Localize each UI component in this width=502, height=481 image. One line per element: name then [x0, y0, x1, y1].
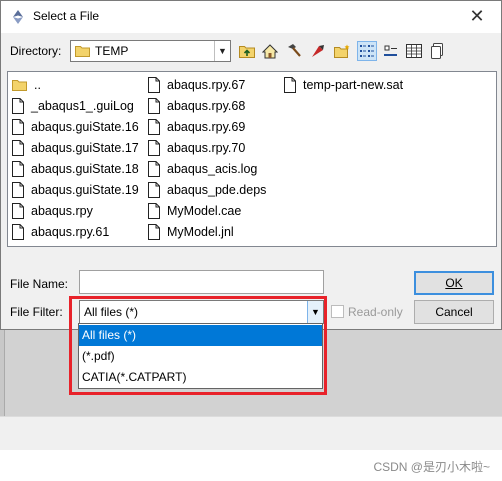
file-name-text: abaqus.guiState.19 — [31, 183, 139, 197]
folder-up-button[interactable] — [237, 41, 257, 61]
bookmark-icon — [312, 45, 324, 57]
file-icon — [12, 182, 24, 198]
close-icon: ✕ — [469, 6, 485, 26]
details-view-button[interactable] — [404, 41, 424, 61]
file-name-text: abaqus_pde.deps — [167, 183, 267, 197]
folder-up-icon — [239, 46, 255, 58]
ok-button[interactable]: OK — [414, 271, 494, 295]
file-name-text: abaqus.guiState.16 — [31, 120, 139, 134]
file-name-text: abaqus.rpy — [31, 204, 93, 218]
file-icon — [12, 140, 24, 156]
file-list-item[interactable]: abaqus.rpy.61 — [12, 222, 109, 242]
file-name-label: File Name: — [10, 277, 69, 291]
list-view-icon — [360, 45, 374, 57]
icon-view-button[interactable] — [381, 41, 401, 61]
hammer-icon — [288, 44, 301, 57]
file-name-input[interactable] — [79, 270, 324, 294]
file-name-text: temp-part-new.sat — [303, 78, 404, 92]
annotation-highlight-box — [69, 296, 327, 395]
file-list-item[interactable]: _abaqus1_.guiLog — [12, 96, 134, 116]
new-folder-icon — [334, 44, 350, 58]
file-icon — [12, 161, 24, 177]
background-status-bar — [0, 416, 502, 450]
file-list-item[interactable]: abaqus.guiState.16 — [12, 117, 139, 137]
folder-icon — [75, 46, 90, 57]
directory-value: TEMP — [95, 44, 129, 58]
file-icon — [12, 224, 24, 240]
select-file-dialog: Select a File ✕ Directory: TEMP ▼ .. _ab… — [0, 0, 502, 330]
work-directory-button[interactable] — [284, 41, 304, 61]
file-icon — [148, 224, 160, 240]
file-list-item[interactable]: abaqus.rpy.67 — [148, 75, 245, 95]
file-name-text: abaqus_acis.log — [167, 162, 258, 176]
file-name-text: abaqus.rpy.68 — [167, 99, 246, 113]
background-app-edge — [0, 330, 5, 421]
file-list-item[interactable]: abaqus.rpy.68 — [148, 96, 245, 116]
read-only-checkbox[interactable] — [331, 305, 344, 318]
abaqus-app-icon — [13, 10, 23, 24]
file-name-text: abaqus.rpy.61 — [31, 225, 110, 239]
file-name-text: abaqus.rpy.69 — [167, 120, 246, 134]
home-button[interactable] — [260, 41, 280, 61]
file-list-item[interactable]: abaqus.guiState.19 — [12, 180, 139, 200]
file-list[interactable]: .. _abaqus1_.guiLog abaqus.guiState.16 abaq… — [7, 71, 497, 247]
ok-button-label: OK — [445, 276, 463, 290]
folder-icon — [12, 80, 27, 91]
watermark: CSDN @是刃小木啦~ — [373, 460, 490, 474]
directory-select[interactable]: TEMP ▼ — [70, 40, 231, 62]
file-list-item[interactable]: abaqus.rpy.69 — [148, 117, 245, 137]
bookmark-button[interactable] — [308, 41, 328, 61]
file-list-item[interactable]: MyModel.cae — [148, 201, 241, 221]
list-view-button[interactable] — [357, 41, 377, 61]
file-name-text: MyModel.cae — [167, 204, 242, 218]
file-list-item[interactable]: abaqus_pde.deps — [148, 180, 266, 200]
file-list-item[interactable]: abaqus.rpy.70 — [148, 138, 245, 158]
file-icon — [148, 161, 160, 177]
file-icon — [148, 77, 160, 93]
file-icon — [284, 77, 296, 93]
file-icon — [12, 203, 24, 219]
file-list-item[interactable]: MyModel.jnl — [148, 222, 234, 242]
file-list-item[interactable]: temp-part-new.sat — [284, 75, 403, 95]
file-name-text: abaqus.rpy.70 — [167, 141, 246, 155]
file-name-text: abaqus.guiState.18 — [31, 162, 139, 176]
directory-label: Directory: — [10, 44, 62, 58]
close-button[interactable]: ✕ — [455, 1, 499, 32]
file-name-text: MyModel.jnl — [167, 225, 234, 239]
file-icon — [148, 203, 160, 219]
file-name-text: abaqus.guiState.17 — [31, 141, 139, 155]
file-list-item[interactable]: abaqus.rpy — [12, 201, 93, 221]
file-icon — [12, 119, 24, 135]
cancel-button-label: Cancel — [435, 305, 473, 319]
file-icon — [148, 140, 160, 156]
file-icon — [12, 98, 24, 114]
file-icon — [148, 119, 160, 135]
new-folder-button[interactable] — [332, 41, 352, 61]
file-icon — [148, 182, 160, 198]
file-list-item[interactable]: abaqus_acis.log — [148, 159, 257, 179]
file-name-text: _abaqus1_.guiLog — [31, 99, 134, 113]
copy-icon — [431, 43, 443, 59]
home-icon — [262, 43, 278, 58]
file-list-item[interactable]: abaqus.guiState.17 — [12, 138, 139, 158]
file-name-text: abaqus.rpy.67 — [167, 78, 246, 92]
file-list-item[interactable]: abaqus.guiState.18 — [12, 159, 139, 179]
file-filter-label: File Filter: — [10, 305, 63, 319]
file-icon — [148, 98, 160, 114]
read-only-label: Read-only — [348, 305, 403, 319]
cancel-button[interactable]: Cancel — [414, 300, 494, 324]
details-view-icon — [406, 44, 422, 58]
file-name-text: .. — [34, 78, 41, 92]
chevron-down-icon[interactable]: ▼ — [214, 41, 230, 61]
copy-button[interactable] — [427, 41, 447, 61]
dialog-title: Select a File — [33, 9, 100, 23]
icon-view-icon — [384, 45, 397, 56]
title-bar[interactable]: Select a File ✕ — [1, 1, 501, 33]
file-list-item[interactable]: .. — [12, 75, 41, 95]
